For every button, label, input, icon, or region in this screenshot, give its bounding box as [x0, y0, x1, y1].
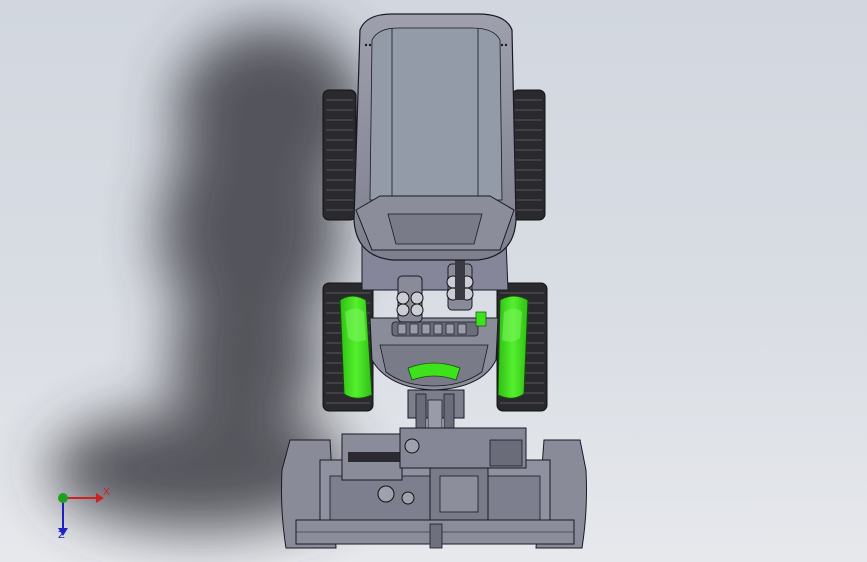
- cab-roof: [353, 13, 517, 261]
- y-axis-dot: [58, 493, 68, 503]
- model-view[interactable]: [0, 0, 867, 562]
- rear-implement: [281, 427, 587, 549]
- rear-right-track: [511, 89, 546, 221]
- rear-left-track: [322, 89, 357, 221]
- graphics-viewport[interactable]: X Z: [0, 0, 867, 562]
- x-axis-label: X: [103, 487, 110, 498]
- right-green-fender: [497, 295, 529, 399]
- left-green-fender: [339, 295, 373, 399]
- chassis-body: [361, 239, 509, 391]
- z-axis-label: Z: [58, 530, 65, 541]
